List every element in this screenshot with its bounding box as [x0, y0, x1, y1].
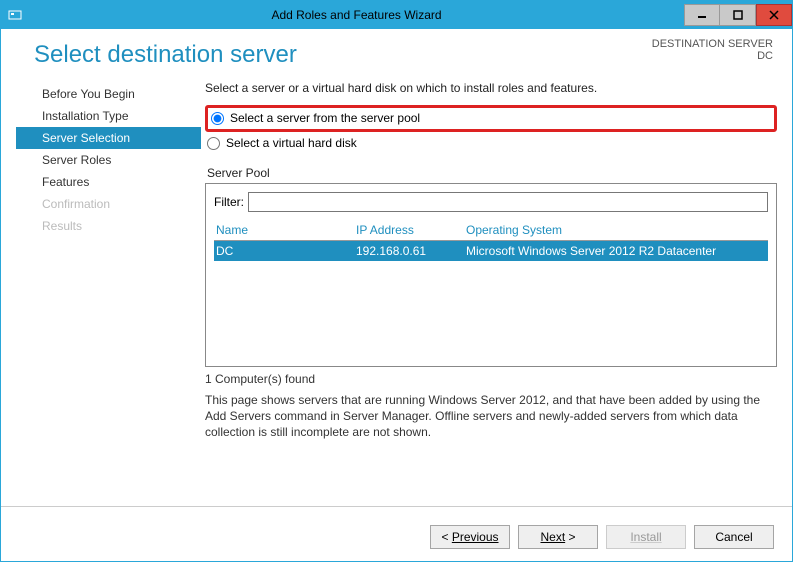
destination-info: DESTINATION SERVER DC: [652, 35, 777, 69]
cell-name: DC: [216, 244, 356, 258]
table-row[interactable]: DC 192.168.0.61 Microsoft Windows Server…: [214, 241, 768, 261]
page-title: Select destination server: [34, 41, 297, 69]
filter-input[interactable]: [248, 192, 768, 212]
sidebar-item-installation-type[interactable]: Installation Type: [16, 105, 201, 127]
radio-vhd-input[interactable]: [207, 137, 220, 150]
filter-row: Filter:: [214, 192, 768, 212]
previous-label: Previous: [452, 530, 499, 544]
col-header-name[interactable]: Name: [216, 223, 356, 237]
minimize-button[interactable]: [684, 4, 720, 26]
server-pool-label: Server Pool: [207, 166, 777, 180]
highlight-annotation: Select a server from the server pool: [205, 105, 777, 132]
wizard-sidebar: Before You Begin Installation Type Serve…: [16, 81, 201, 500]
radio-server-pool[interactable]: Select a server from the server pool: [209, 109, 772, 127]
cancel-button[interactable]: Cancel: [694, 525, 774, 549]
install-button: Install: [606, 525, 686, 549]
sidebar-item-results: Results: [16, 215, 201, 237]
wizard-footer: < Previous Next > Install Cancel: [1, 513, 792, 561]
close-button[interactable]: [756, 4, 792, 26]
radio-vhd-label: Select a virtual hard disk: [226, 136, 357, 150]
app-icon: [1, 8, 29, 22]
sidebar-item-confirmation: Confirmation: [16, 193, 201, 215]
footer-divider: [1, 506, 792, 507]
server-pool-box: Filter: Name IP Address Operating System…: [205, 183, 777, 367]
destination-value: DC: [652, 50, 773, 62]
sidebar-item-server-selection[interactable]: Server Selection: [16, 127, 201, 149]
titlebar[interactable]: Add Roles and Features Wizard: [1, 1, 792, 29]
install-label: Install: [630, 530, 661, 544]
sidebar-item-before-you-begin[interactable]: Before You Begin: [16, 83, 201, 105]
radio-server-pool-label: Select a server from the server pool: [230, 111, 420, 125]
footnote-text: This page shows servers that are running…: [205, 392, 777, 441]
col-header-ip[interactable]: IP Address: [356, 223, 466, 237]
previous-button[interactable]: < Previous: [430, 525, 510, 549]
sidebar-item-server-roles[interactable]: Server Roles: [16, 149, 201, 171]
content-area: Select destination server DESTINATION SE…: [1, 29, 792, 500]
radio-vhd[interactable]: Select a virtual hard disk: [205, 134, 777, 152]
window-controls: [684, 5, 792, 26]
window-title: Add Roles and Features Wizard: [29, 8, 684, 22]
maximize-button[interactable]: [720, 4, 756, 26]
cell-ip: 192.168.0.61: [356, 244, 466, 258]
cell-os: Microsoft Windows Server 2012 R2 Datacen…: [466, 244, 766, 258]
server-table-header: Name IP Address Operating System: [214, 220, 768, 241]
header-row: Select destination server DESTINATION SE…: [16, 35, 777, 69]
destination-label: DESTINATION SERVER: [652, 38, 773, 50]
radio-server-pool-input[interactable]: [211, 112, 224, 125]
next-button[interactable]: Next >: [518, 525, 598, 549]
main-panel: Select a server or a virtual hard disk o…: [201, 81, 777, 500]
server-table-body: DC 192.168.0.61 Microsoft Windows Server…: [214, 241, 768, 366]
instruction-text: Select a server or a virtual hard disk o…: [205, 81, 777, 95]
wizard-window: Add Roles and Features Wizard Select des…: [0, 0, 793, 562]
next-label: Next: [540, 530, 565, 544]
sidebar-item-features[interactable]: Features: [16, 171, 201, 193]
target-type-radio-group: Select a server from the server pool Sel…: [205, 105, 777, 152]
filter-label: Filter:: [214, 195, 244, 209]
computers-found: 1 Computer(s) found: [205, 372, 777, 386]
body-row: Before You Begin Installation Type Serve…: [16, 81, 777, 500]
col-header-os[interactable]: Operating System: [466, 223, 766, 237]
